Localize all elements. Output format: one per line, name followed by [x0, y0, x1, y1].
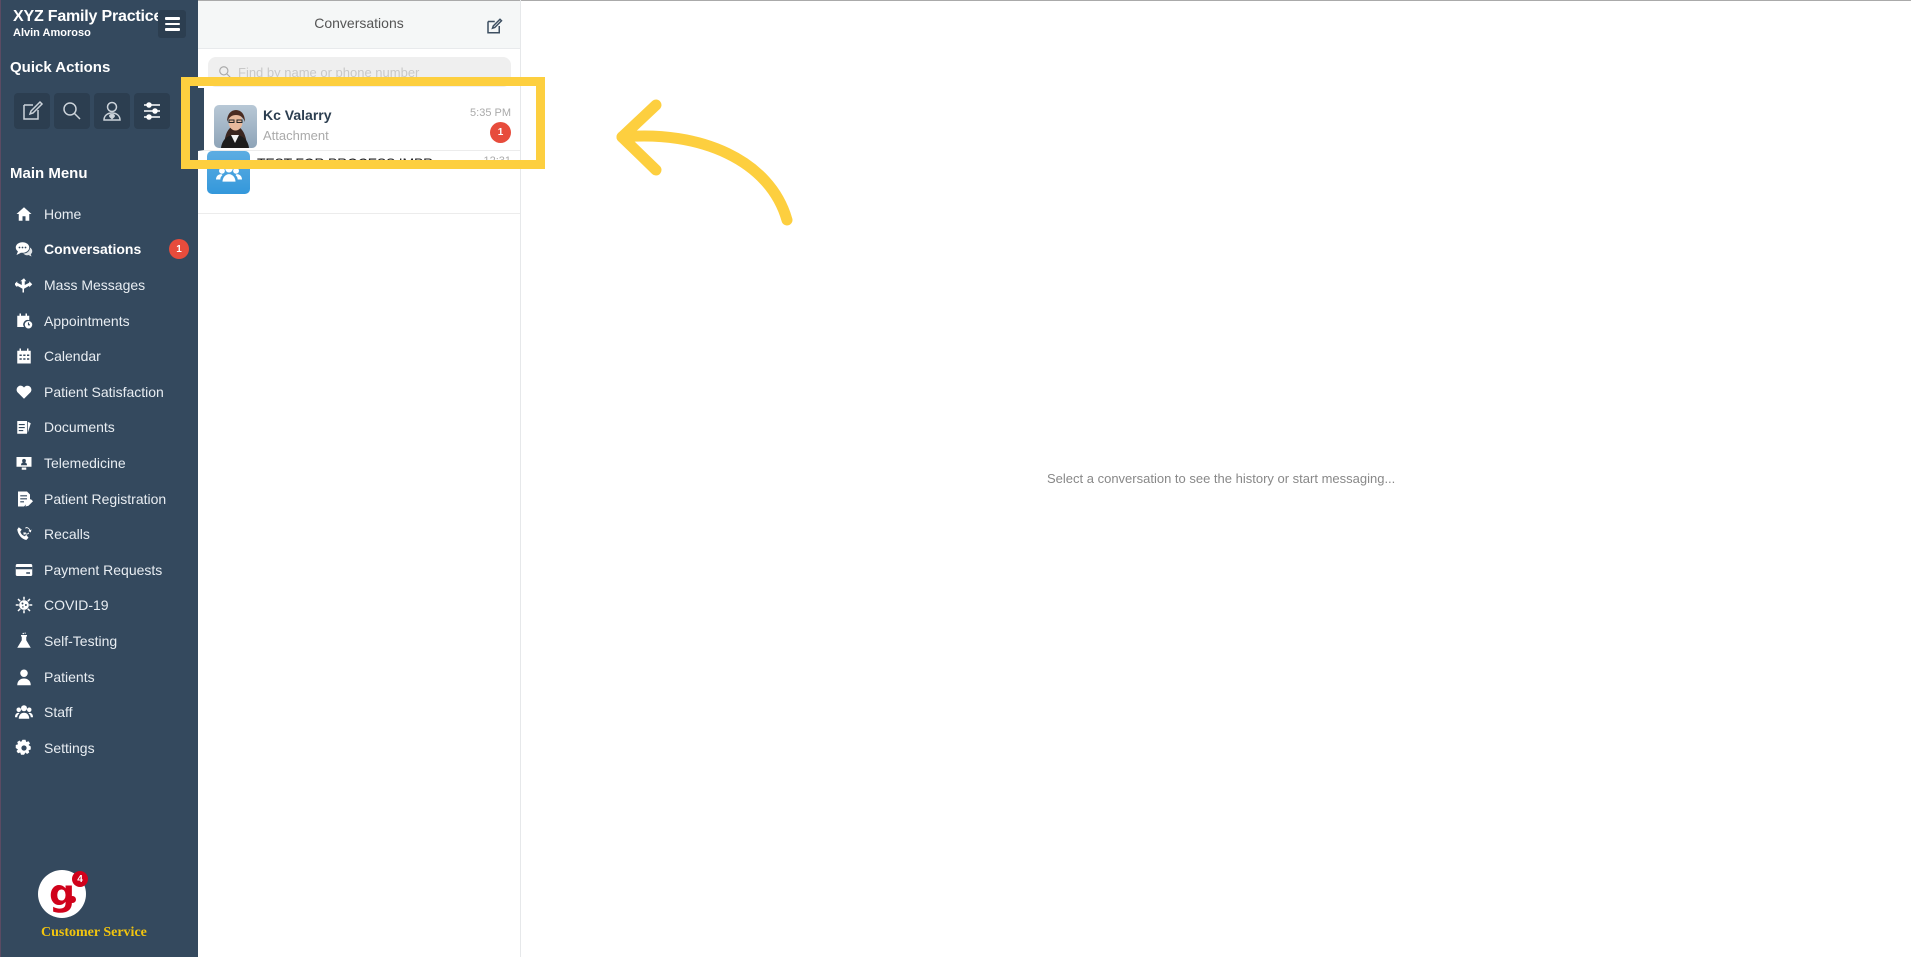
conversation-item[interactable]: TEST FOR PROCESS IMPR... 12:31: [198, 151, 520, 214]
message-preview: Attachment: [263, 128, 329, 143]
unread-badge: 1: [490, 122, 511, 143]
quick-action-patient-button[interactable]: [94, 93, 130, 129]
conversations-panel: Conversations Find by name or phone numb…: [198, 0, 521, 957]
recalls-icon: [14, 524, 34, 544]
sidebar-item-patient-satisfaction[interactable]: Patient Satisfaction: [1, 374, 199, 410]
sidebar-item-label: Payment Requests: [44, 561, 163, 578]
calendar-icon: [14, 346, 34, 366]
main-menu-title: Main Menu: [10, 165, 88, 182]
main-menu: Home Conversations 1 Mass Messages Appoi…: [1, 196, 199, 766]
sidebar-item-label: Patient Registration: [44, 490, 167, 507]
conversation-list: Kc Valarry Attachment 5:35 PM 1 TEST FOR…: [198, 88, 520, 214]
conversation-item[interactable]: Kc Valarry Attachment 5:35 PM 1: [198, 88, 520, 151]
sidebar-item-settings[interactable]: Settings: [1, 730, 199, 766]
avatar: [207, 151, 250, 194]
sidebar-item-patient-registration[interactable]: Patient Registration: [1, 481, 199, 517]
sidebar-item-covid-19[interactable]: COVID-19: [1, 588, 199, 624]
group-icon: [215, 164, 242, 182]
sidebar-item-self-testing[interactable]: Self-Testing: [1, 623, 199, 659]
sidebar-item-label: Staff: [44, 704, 73, 721]
sidebar-item-patients[interactable]: Patients: [1, 659, 199, 695]
sidebar-item-calendar[interactable]: Calendar: [1, 338, 199, 374]
quick-actions: [14, 93, 170, 129]
telemedicine-icon: [14, 453, 34, 473]
sidebar-item-home[interactable]: Home: [1, 196, 199, 232]
staff-icon: [14, 702, 34, 722]
sidebar-item-telemedicine[interactable]: Telemedicine: [1, 445, 199, 481]
sidebar-item-documents[interactable]: Documents: [1, 410, 199, 446]
sidebar-item-label: Settings: [44, 739, 95, 756]
sidebar-item-appointments[interactable]: Appointments: [1, 303, 199, 339]
appointments-icon: [14, 311, 34, 331]
contact-photo: [214, 105, 257, 148]
heart-icon: [14, 382, 34, 402]
sidebar-item-label: Calendar: [44, 348, 101, 365]
hamburger-icon: [164, 17, 180, 20]
flask-icon: [14, 631, 34, 651]
sidebar-item-mass-messages[interactable]: Mass Messages: [1, 267, 199, 303]
virus-icon: [14, 595, 34, 615]
logo-letter: g: [49, 873, 75, 914]
registration-icon: [14, 489, 34, 509]
quick-action-search-button[interactable]: [54, 93, 90, 129]
brand: XYZ Family Practice Alvin Amoroso: [13, 8, 162, 39]
sidebar-item-label: Recalls: [44, 526, 90, 543]
sidebar-item-label: Patient Satisfaction: [44, 383, 164, 400]
sidebar-item-label: COVID-19: [44, 597, 109, 614]
chat-icon: [14, 239, 34, 259]
sidebar-item-label: Appointments: [44, 312, 130, 329]
message-time: 12:31: [483, 155, 511, 167]
user-icon: [14, 667, 34, 687]
app: XYZ Family Practice Alvin Amoroso Quick …: [0, 0, 1911, 957]
menu-toggle-button[interactable]: [158, 10, 186, 38]
unread-badge: 1: [169, 239, 189, 260]
sidebar: XYZ Family Practice Alvin Amoroso Quick …: [0, 0, 198, 957]
quick-action-new-message-button[interactable]: [14, 93, 50, 129]
sidebar-item-label: Self-Testing: [44, 632, 118, 649]
sliders-icon: [144, 102, 160, 120]
sidebar-item-label: Conversations: [44, 241, 142, 258]
contact-name: TEST FOR PROCESS IMPR...: [257, 155, 445, 171]
quick-actions-title: Quick Actions: [10, 59, 111, 76]
sidebar-item-recalls[interactable]: Recalls: [1, 516, 199, 552]
search-icon: [219, 66, 231, 78]
gear-icon: [14, 738, 34, 758]
conversations-header: Conversations: [198, 0, 520, 49]
hamburger-icon-line: [164, 22, 180, 26]
search-icon: [63, 102, 81, 120]
logo-dot: [69, 896, 76, 903]
contact-name: Kc Valarry: [263, 107, 332, 123]
search-input[interactable]: [238, 64, 498, 80]
sidebar-item-label: Documents: [44, 419, 115, 436]
hamburger-icon-line: [164, 28, 180, 31]
empty-state-message: Select a conversation to see the history…: [1047, 471, 1396, 486]
user-name: Alvin Amoroso: [13, 27, 91, 39]
sidebar-item-label: Telemedicine: [44, 454, 126, 471]
sidebar-item-label: Home: [44, 205, 82, 222]
broadcast-icon: [14, 275, 34, 295]
sidebar-item-label: Patients: [44, 668, 95, 685]
sidebar-item-staff[interactable]: Staff: [1, 694, 199, 730]
patient-icon: [103, 101, 121, 121]
sidebar-item-conversations[interactable]: Conversations 1: [1, 232, 199, 268]
quick-action-filters-button[interactable]: [134, 93, 170, 129]
practice-name: XYZ Family Practice: [13, 8, 163, 25]
credit-card-icon: [14, 560, 34, 580]
customer-service-badge: 4: [72, 871, 88, 887]
search-field[interactable]: [208, 57, 511, 87]
avatar: [214, 105, 257, 148]
conversation-view: Select a conversation to see the history…: [521, 0, 1911, 957]
conversations-title: Conversations: [314, 15, 404, 31]
sidebar-item-payment-requests[interactable]: Payment Requests: [1, 552, 199, 588]
customer-service-label: Customer Service: [41, 925, 147, 940]
documents-icon: [14, 417, 34, 437]
sidebar-item-label: Mass Messages: [44, 276, 146, 293]
compose-icon[interactable]: [485, 17, 503, 35]
message-time: 5:35 PM: [470, 107, 511, 119]
compose-icon: [23, 100, 44, 120]
home-icon: [14, 204, 34, 224]
